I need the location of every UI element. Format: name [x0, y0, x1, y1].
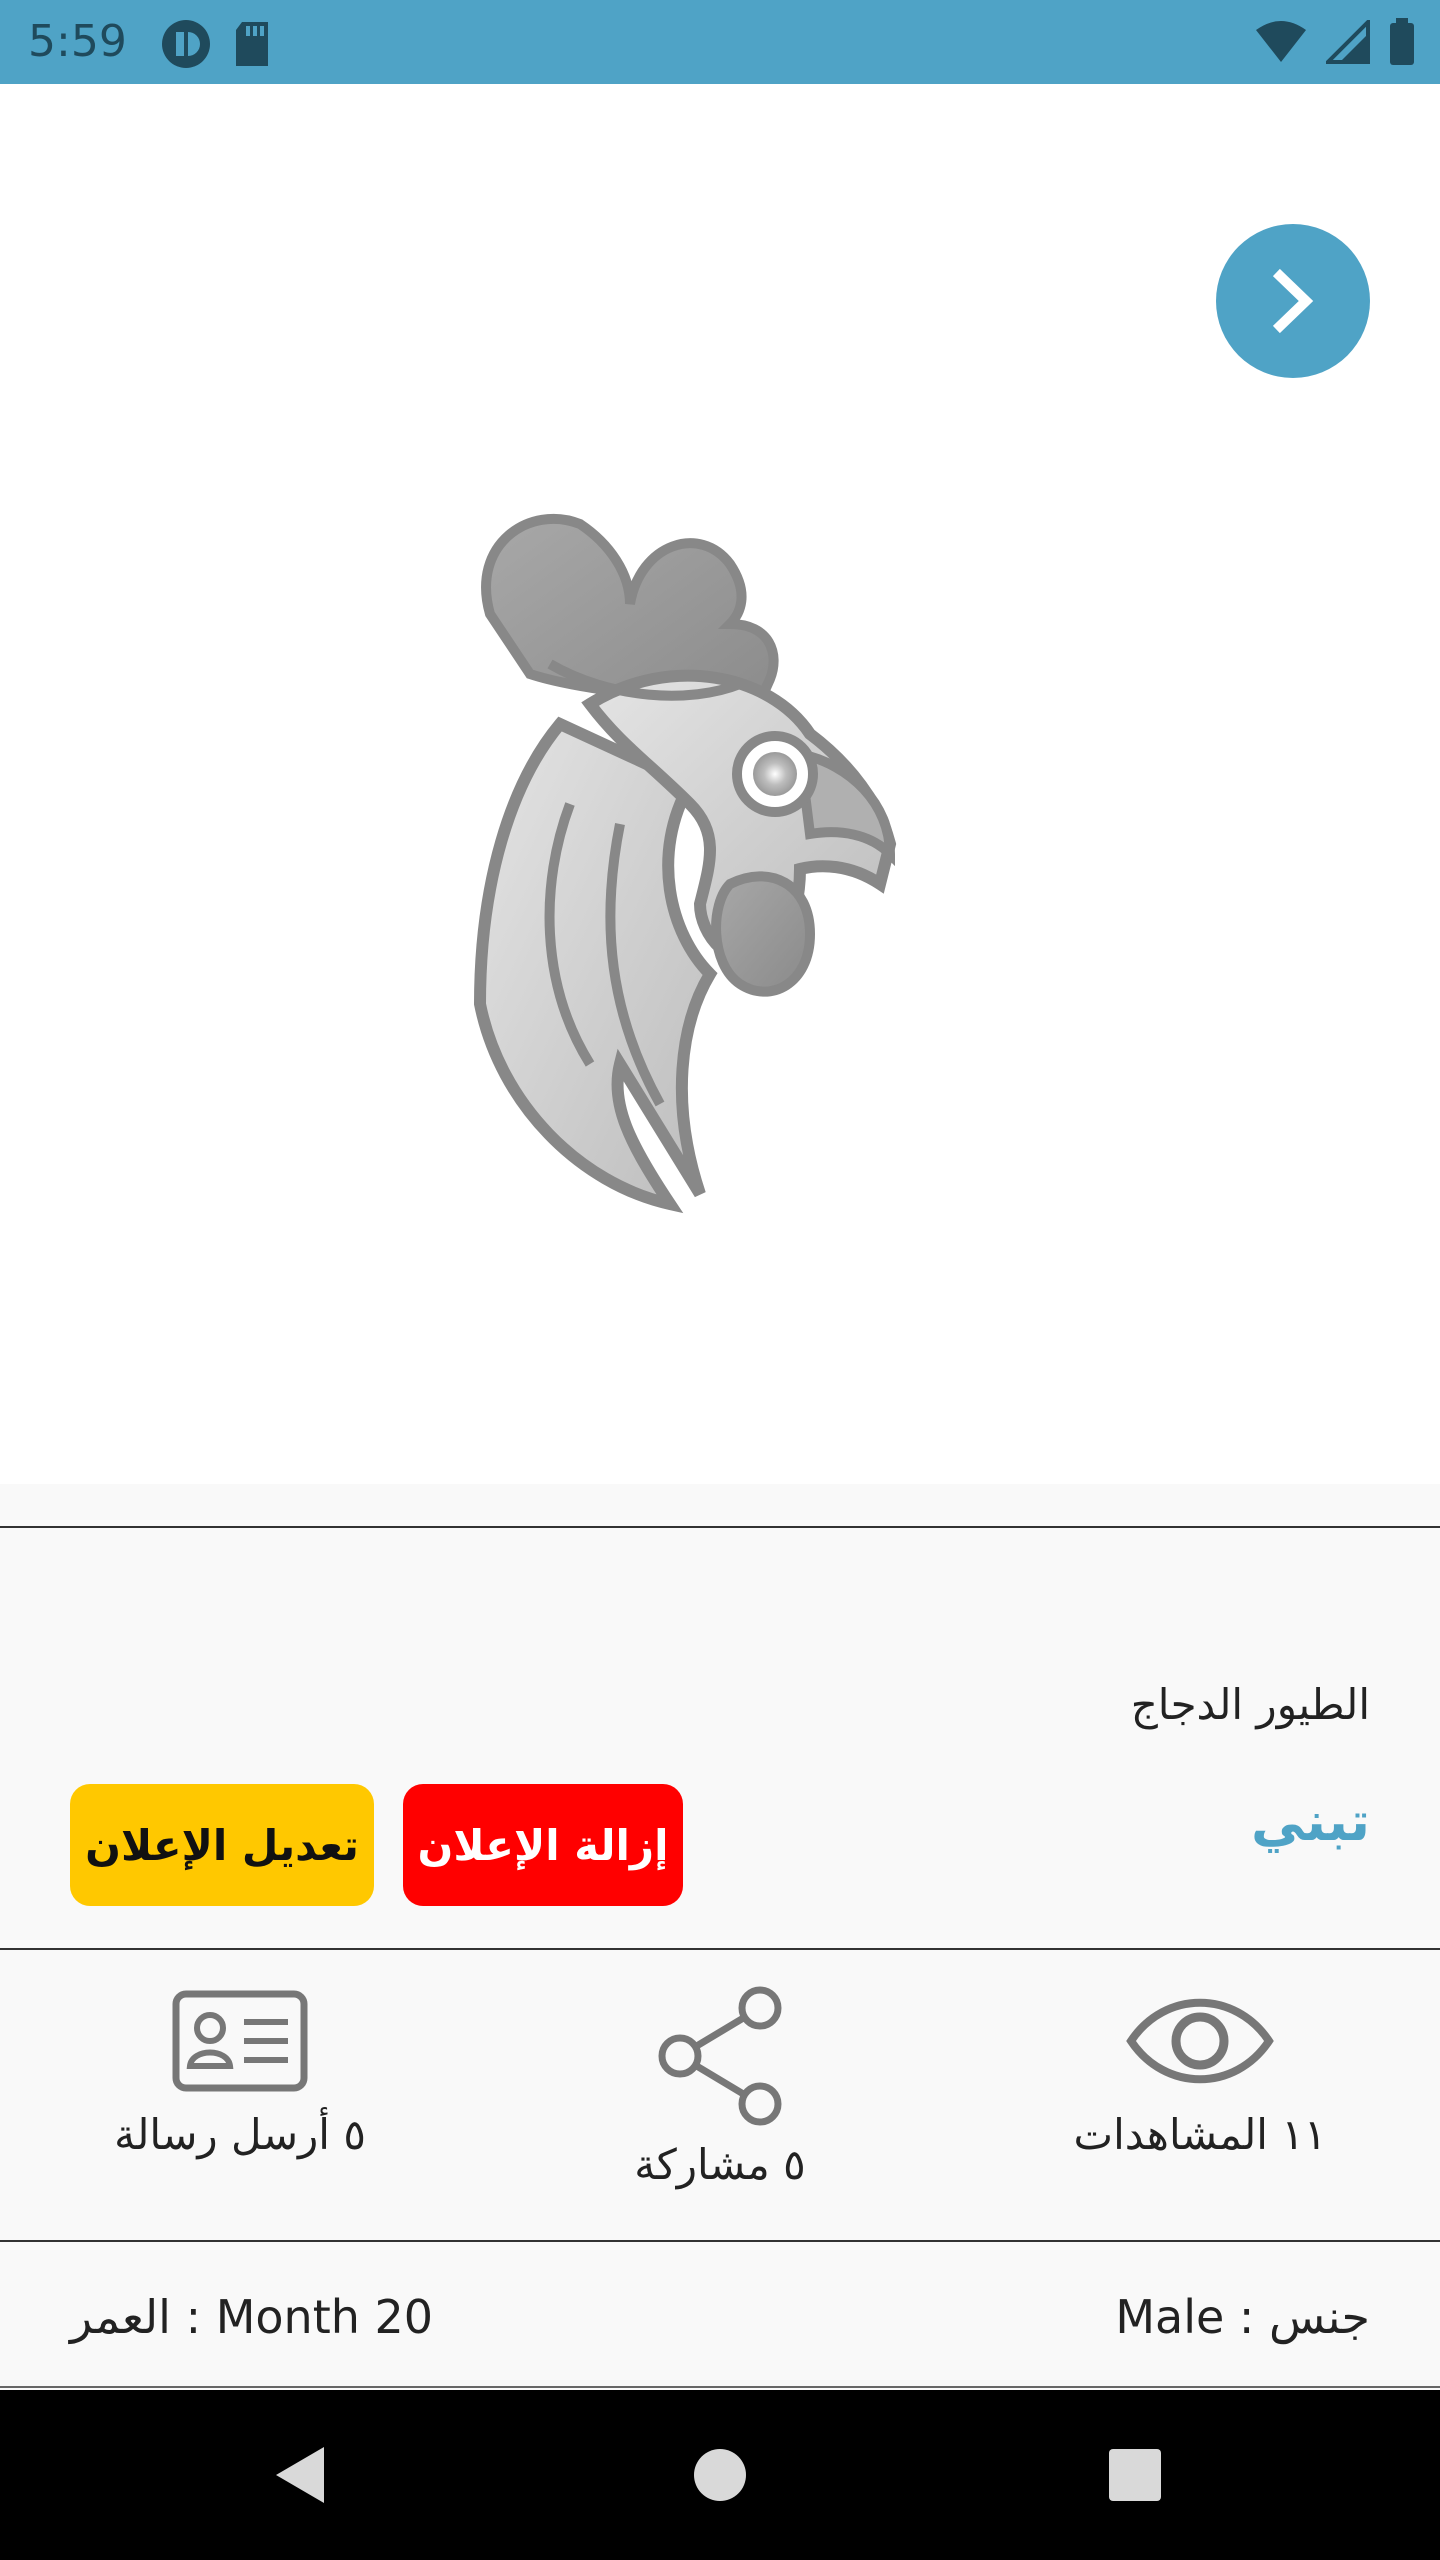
next-button[interactable]	[1216, 224, 1370, 378]
id-card-icon	[172, 1990, 308, 2092]
age-info: العمر : Month 20	[70, 2290, 434, 2344]
sd-card-icon	[236, 22, 268, 66]
app-notification-icon	[162, 20, 210, 68]
rooster-icon	[473, 513, 897, 1214]
home-button[interactable]	[685, 2440, 755, 2510]
share-label: ٥ مشاركة	[634, 2140, 806, 2189]
home-icon	[694, 2449, 746, 2501]
recents-icon	[1109, 2449, 1161, 2501]
wifi-icon	[1256, 21, 1306, 62]
divider	[0, 1526, 1440, 1528]
send-message-stat[interactable]: ٥ أرسل رسالة	[90, 1986, 390, 2159]
signal-icon	[1326, 20, 1370, 64]
status-time: 5:59	[28, 16, 127, 67]
views-label: ١١ المشاهدات	[1073, 2110, 1327, 2159]
chevron-right-icon	[1272, 268, 1314, 334]
system-nav-bar	[0, 2390, 1440, 2560]
send-message-label: ٥ أرسل رسالة	[114, 2110, 366, 2159]
status-bar: 5:59	[0, 0, 1440, 84]
share-icon	[658, 1986, 782, 2126]
back-button[interactable]	[265, 2440, 335, 2510]
ad-image-area	[0, 84, 1440, 1484]
ad-title: تبني	[1251, 1790, 1370, 1853]
recents-button[interactable]	[1100, 2440, 1170, 2510]
status-system-icons	[1254, 18, 1416, 66]
divider	[0, 2240, 1440, 2242]
gender-info: جنس : Male	[1115, 2290, 1370, 2344]
divider	[0, 1948, 1440, 1950]
share-stat[interactable]: ٥ مشاركة	[570, 1986, 870, 2189]
divider	[0, 2386, 1440, 2388]
ad-category: الطيور الدجاج	[1130, 1680, 1370, 1729]
ad-detail-panel	[0, 1484, 1440, 2390]
status-notification-icons	[160, 18, 272, 70]
battery-icon	[1390, 18, 1414, 65]
edit-ad-button[interactable]: تعديل الإعلان	[70, 1784, 374, 1906]
back-icon	[276, 2447, 324, 2503]
views-stat: ١١ المشاهدات	[1050, 1986, 1350, 2159]
eye-icon	[1126, 1998, 1274, 2084]
remove-ad-button[interactable]: إزالة الإعلان	[403, 1784, 683, 1906]
